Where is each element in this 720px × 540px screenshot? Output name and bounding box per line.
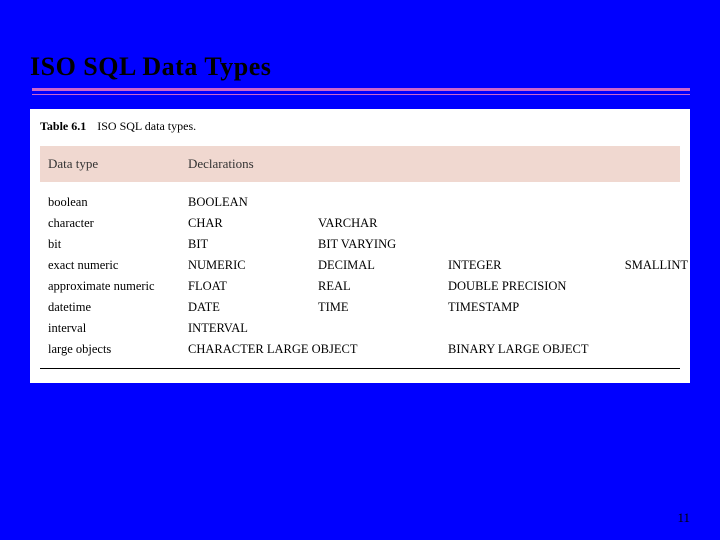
cell-data-type: datetime <box>48 300 188 315</box>
table-row: datetimeDATETIMETIMESTAMP <box>48 297 672 318</box>
declaration <box>598 216 688 231</box>
page-number: 11 <box>677 510 690 526</box>
cell-data-type: approximate numeric <box>48 279 188 294</box>
caption-label: Table 6.1 <box>40 119 86 133</box>
declaration <box>318 321 448 336</box>
declaration <box>448 321 598 336</box>
declaration <box>448 237 598 252</box>
declaration: FLOAT <box>188 279 318 294</box>
declaration: TIME <box>318 300 448 315</box>
declaration <box>598 195 688 210</box>
cell-data-type: large objects <box>48 342 188 357</box>
table-row: large objectsCHARACTER LARGE OBJECT BINAR… <box>48 339 672 360</box>
declaration: CHAR <box>188 216 318 231</box>
caption-text: ISO SQL data types. <box>97 119 196 133</box>
table-bottom-rule <box>40 368 680 369</box>
cell-declarations: BITBIT VARYING <box>188 237 688 252</box>
slide-title: ISO SQL Data Types <box>30 52 690 82</box>
declaration <box>318 342 448 357</box>
cell-declarations: CHARVARCHAR <box>188 216 688 231</box>
table-header-row: Data type Declarations <box>40 146 680 182</box>
table-body: booleanBOOLEANcharacterCHARVARCHARbitBIT… <box>40 182 680 360</box>
declaration: BIT VARYING <box>318 237 448 252</box>
title-underline <box>30 88 690 95</box>
cell-data-type: bit <box>48 237 188 252</box>
table-row: intervalINTERVAL <box>48 318 672 339</box>
declaration: BOOLEAN <box>188 195 318 210</box>
cell-data-type: character <box>48 216 188 231</box>
declaration: DECIMAL <box>318 258 448 273</box>
data-types-table: Table 6.1 ISO SQL data types. Data type … <box>30 109 690 383</box>
declaration: BINARY LARGE OBJECT <box>448 342 598 357</box>
declaration: NUMERIC <box>188 258 318 273</box>
declaration: VARCHAR <box>318 216 448 231</box>
table-row: bitBITBIT VARYING <box>48 234 672 255</box>
declaration: CHARACTER LARGE OBJECT <box>188 342 318 357</box>
declaration: DOUBLE PRECISION <box>448 279 598 294</box>
cell-declarations: INTERVAL <box>188 321 688 336</box>
declaration <box>598 342 688 357</box>
table-row: exact numericNUMERICDECIMALINTEGERSMALLI… <box>48 255 672 276</box>
table-row: characterCHARVARCHAR <box>48 213 672 234</box>
header-data-type: Data type <box>48 156 188 172</box>
underline-thin <box>32 94 690 95</box>
cell-data-type: exact numeric <box>48 258 188 273</box>
table-caption: Table 6.1 ISO SQL data types. <box>40 119 680 134</box>
declaration: SMALLINT <box>598 258 688 273</box>
declaration <box>448 216 598 231</box>
declaration: INTEGER <box>448 258 598 273</box>
declaration: BIT <box>188 237 318 252</box>
declaration <box>598 321 688 336</box>
cell-data-type: interval <box>48 321 188 336</box>
cell-declarations: DATETIMETIMESTAMP <box>188 300 688 315</box>
declaration <box>598 237 688 252</box>
table-row: booleanBOOLEAN <box>48 192 672 213</box>
declaration: REAL <box>318 279 448 294</box>
header-declarations: Declarations <box>188 156 672 172</box>
declaration <box>598 300 688 315</box>
declaration: DATE <box>188 300 318 315</box>
cell-data-type: boolean <box>48 195 188 210</box>
declaration <box>448 195 598 210</box>
cell-declarations: CHARACTER LARGE OBJECT BINARY LARGE OBJEC… <box>188 342 688 357</box>
declaration <box>318 195 448 210</box>
title-area: ISO SQL Data Types <box>0 0 720 95</box>
declaration: TIMESTAMP <box>448 300 598 315</box>
underline-thick <box>32 88 690 91</box>
cell-declarations: FLOATREALDOUBLE PRECISION <box>188 279 688 294</box>
cell-declarations: BOOLEAN <box>188 195 688 210</box>
declaration: INTERVAL <box>188 321 318 336</box>
table-row: approximate numericFLOATREALDOUBLE PRECI… <box>48 276 672 297</box>
cell-declarations: NUMERICDECIMALINTEGERSMALLINT <box>188 258 688 273</box>
declaration <box>598 279 688 294</box>
